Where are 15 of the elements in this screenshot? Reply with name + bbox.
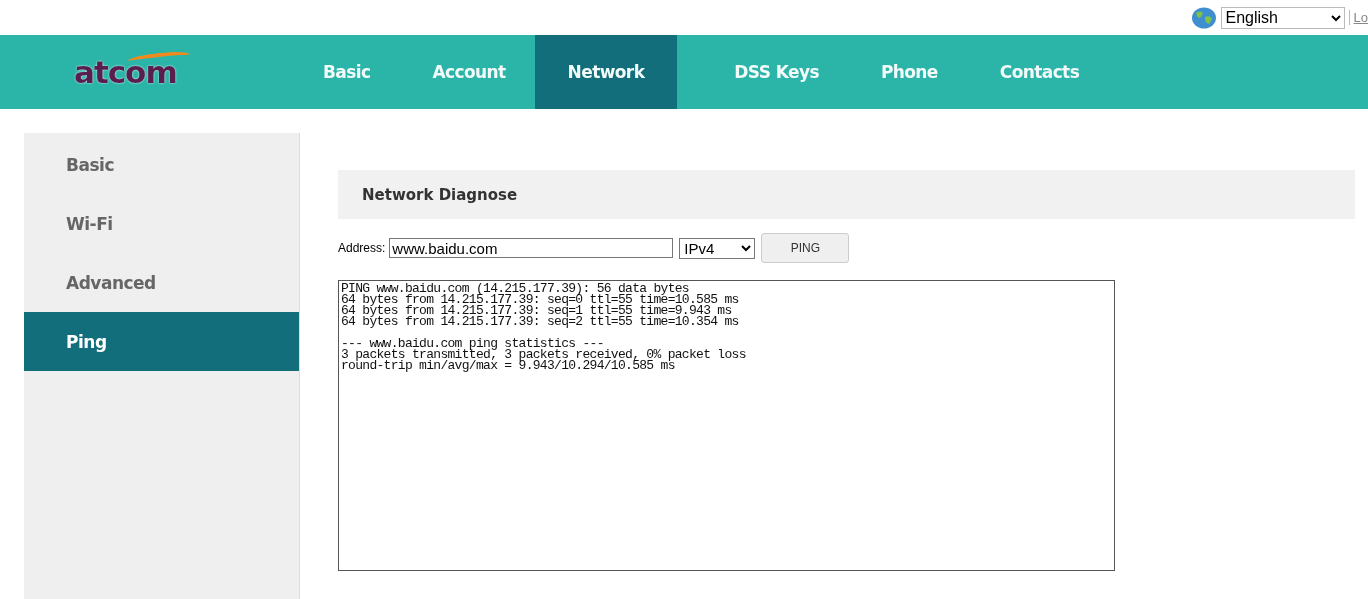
protocol-select[interactable]: IPv4 (679, 237, 756, 259)
nav-tab[interactable]: Network (534, 35, 678, 109)
sidebar-item[interactable]: Ping (24, 312, 299, 371)
address-label: Address: (338, 241, 386, 255)
ping-button[interactable]: PING (761, 233, 850, 263)
globe-icon (1190, 6, 1217, 29)
language-select[interactable]: English (1220, 6, 1345, 29)
sidebar-item[interactable]: Basic (24, 135, 299, 194)
section-title: Network Diagnose (362, 185, 518, 204)
sidebar-item[interactable]: Wi-Fi (24, 194, 299, 253)
sidebar-item[interactable]: Advanced (24, 253, 299, 312)
ping-output-field[interactable]: PING www.baidu.com (14.215.177.39): 56 data bytes 64 bytes from 14.215.177.39: seq=0 ttl=55 time=10.585 ms 64 bytes from 14.215.177.39: seq=1 ttl=55 time=9.943 ms 64 bytes from 14.215.177.39: seq=2 ttl=55 time=10.354 ms --- www.baidu.com ping statistics --- 3 packets transmitted, 3 packets received, 0% packet loss round-trip min/avg/max = 9.943/10.294/10.585 ms (338, 280, 1115, 571)
top-link[interactable]: Lo (1348, 10, 1368, 25)
atcom-logo: atcom (0, 35, 262, 109)
address-field[interactable]: www.baidu.com (389, 238, 674, 258)
